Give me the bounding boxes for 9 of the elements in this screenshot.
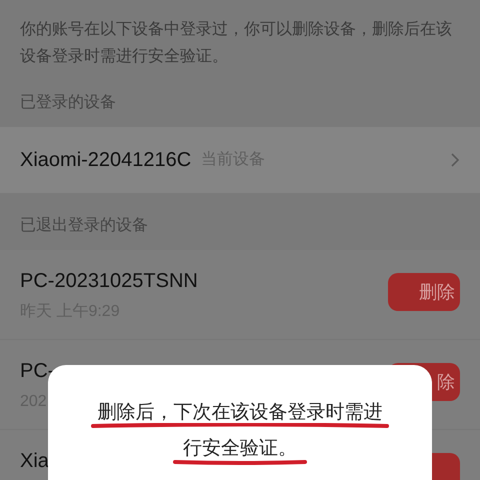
device-name: Xiaomi-22041216C <box>20 148 192 173</box>
chevron-right-icon <box>450 152 460 168</box>
device-name: Xia <box>20 449 49 474</box>
device-name: PC- <box>20 359 54 384</box>
dialog-message: 行安全验证。 <box>183 437 297 461</box>
intro-text: 你的账号在以下设备中登录过，你可以删除设备，删除后在该设备登录时需进行安全验证。 <box>19 20 453 67</box>
device-name: PC-20231025TSNN <box>20 269 198 294</box>
dialog-message: 删除后，下次在该设备登录时需进 <box>98 401 382 425</box>
delete-button[interactable]: 删除 <box>388 273 460 311</box>
